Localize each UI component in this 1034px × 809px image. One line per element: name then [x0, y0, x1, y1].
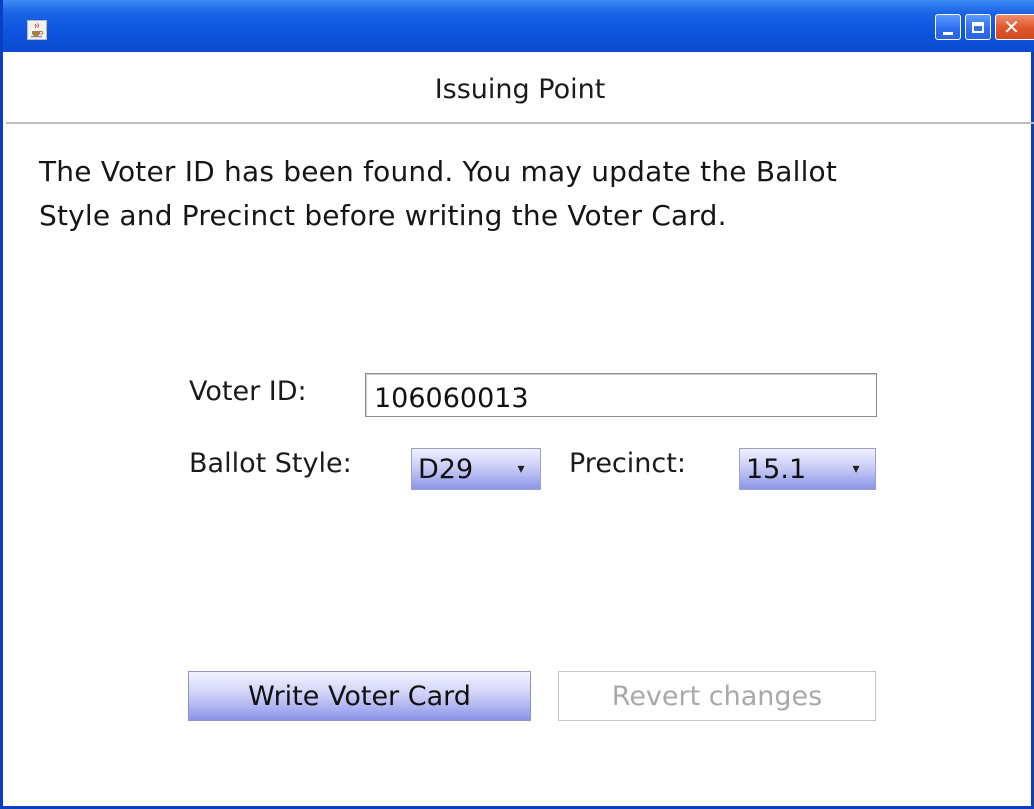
voter-id-label: Voter ID:	[189, 376, 307, 407]
maximize-button[interactable]	[965, 14, 991, 40]
issuing-point-window: ✕ Issuing Point The Voter ID has been fo…	[0, 0, 1034, 809]
page-title: Issuing Point	[434, 74, 606, 105]
write-voter-card-button[interactable]: Write Voter Card	[188, 671, 531, 721]
header-divider	[6, 122, 1034, 124]
minimize-icon	[943, 31, 953, 35]
voter-id-input[interactable]	[365, 373, 877, 417]
status-message-line-1: The Voter ID has been found. You may upd…	[39, 155, 838, 188]
revert-changes-button[interactable]: Revert changes	[558, 671, 876, 721]
chevron-down-icon: ▾	[852, 461, 860, 477]
minimize-button[interactable]	[935, 14, 961, 40]
status-message-line-2: Style and Precinct before writing the Vo…	[39, 199, 727, 232]
ballot-style-value: D29	[418, 453, 474, 485]
maximize-icon	[972, 21, 984, 33]
chevron-down-icon: ▾	[517, 461, 525, 477]
status-message: The Voter ID has been found. You may upd…	[39, 150, 999, 238]
precinct-dropdown[interactable]: 15.1 ▾	[739, 448, 876, 490]
precinct-label: Precinct:	[569, 448, 686, 479]
title-bar[interactable]: ✕	[3, 0, 1034, 52]
close-icon: ✕	[1003, 15, 1020, 39]
ballot-style-label: Ballot Style:	[189, 448, 352, 479]
java-cup-icon[interactable]	[27, 20, 47, 40]
precinct-value: 15.1	[746, 453, 807, 485]
close-button[interactable]: ✕	[995, 14, 1034, 40]
ballot-style-dropdown[interactable]: D29 ▾	[411, 448, 541, 490]
